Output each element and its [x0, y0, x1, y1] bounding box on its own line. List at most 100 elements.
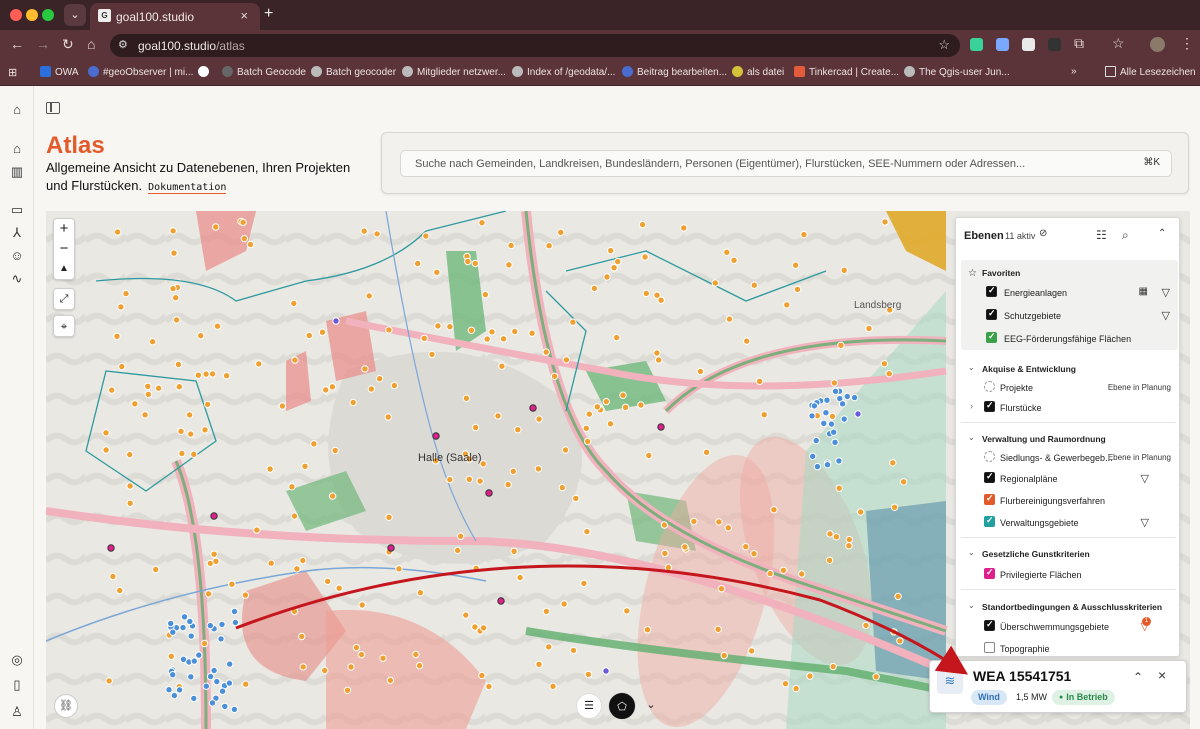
layer-search-icon[interactable]: ⌕	[1122, 228, 1129, 243]
energy-plant-marker[interactable]	[545, 643, 553, 651]
energy-plant-marker[interactable]	[343, 686, 352, 694]
tab-close-icon[interactable]: ×	[240, 8, 248, 23]
energy-plant-marker[interactable]	[545, 242, 553, 250]
energy-plant-marker[interactable]	[747, 647, 756, 655]
energy-plant-marker[interactable]	[373, 230, 381, 238]
layer-checkbox[interactable]	[986, 331, 997, 343]
energy-plant-marker[interactable]	[535, 660, 543, 668]
solar-plant-marker[interactable]	[840, 415, 848, 423]
energy-plant-marker[interactable]	[322, 386, 330, 394]
reading-list-icon[interactable]: ☆	[1112, 35, 1125, 52]
apps-grid-icon[interactable]: ⊞	[8, 66, 17, 79]
energy-plant-marker[interactable]	[560, 600, 568, 608]
bookmark-item[interactable]: #geoObserver | mi...	[88, 66, 193, 78]
energy-plant-marker[interactable]	[113, 228, 122, 236]
solar-plant-marker[interactable]	[206, 621, 215, 630]
solar-plant-marker[interactable]	[850, 393, 859, 402]
map-icon[interactable]: ▥	[9, 164, 25, 180]
layer-row-flurbereinigung[interactable]: Flurbereinigungsverfahren	[956, 493, 1179, 509]
energy-plant-marker[interactable]	[301, 462, 309, 471]
user-profile-icon[interactable]: ♙	[9, 704, 25, 720]
layer-row-ueberschwemmung[interactable]: Überschwemmungsgebiete ▽ 1	[956, 617, 1179, 635]
energy-plant-marker[interactable]	[584, 437, 592, 446]
energy-plant-marker[interactable]	[680, 224, 688, 232]
layer-row-eeg[interactable]: EEG-Förderungsfähige Flächen	[961, 331, 1178, 347]
energy-plant-marker[interactable]	[645, 451, 653, 460]
energy-plant-marker[interactable]	[299, 663, 307, 671]
energy-plant-marker[interactable]	[488, 328, 496, 336]
back-arrow-icon[interactable]: ←	[10, 36, 24, 52]
layer-checkbox[interactable]	[986, 285, 997, 297]
solar-plant-marker[interactable]	[218, 620, 226, 629]
hide-layers-icon[interactable]: ⊘	[1039, 228, 1047, 239]
layer-checkbox[interactable]	[984, 451, 995, 462]
layer-row-schutzgebiete[interactable]: Schutzgebiete ▽	[961, 308, 1178, 324]
energy-plant-marker[interactable]	[379, 654, 387, 662]
energy-plant-marker[interactable]	[602, 397, 610, 406]
solar-plant-marker[interactable]	[830, 428, 838, 436]
bookmark-item[interactable]: Tinkercad | Create...	[794, 66, 899, 78]
energy-plant-marker[interactable]	[638, 220, 647, 229]
energy-plant-marker[interactable]	[187, 430, 195, 438]
energy-plant-marker[interactable]	[467, 326, 476, 335]
energy-plant-marker[interactable]	[386, 676, 395, 685]
bookmark-item[interactable]: als datei	[732, 66, 784, 78]
layer-checkbox[interactable]	[984, 619, 995, 631]
section-standortbedingungen[interactable]: ⌄ Standortbedingungen & Ausschlusskriter…	[956, 599, 1179, 615]
energy-plant-marker[interactable]	[384, 413, 392, 421]
energy-plant-marker[interactable]	[542, 607, 551, 616]
energy-plant-marker[interactable]	[580, 579, 588, 588]
energy-plant-marker[interactable]	[725, 315, 734, 323]
solar-plant-marker[interactable]	[187, 632, 195, 640]
solar-plant-marker[interactable]	[167, 619, 175, 628]
energy-plant-marker[interactable]	[253, 526, 261, 534]
energy-plant-marker[interactable]	[590, 284, 599, 293]
docs-extension-icon[interactable]	[996, 38, 1009, 51]
solar-plant-marker[interactable]	[831, 387, 840, 396]
solar-plant-marker[interactable]	[810, 402, 819, 410]
layer-row-topographie[interactable]: Topographie	[956, 641, 1179, 656]
solar-plant-marker[interactable]	[213, 677, 221, 686]
energy-plant-marker[interactable]	[837, 341, 845, 350]
energy-plant-marker[interactable]	[612, 333, 621, 342]
profile-avatar[interactable]	[1150, 37, 1165, 52]
browser-tab[interactable]: G goal100.studio ×	[90, 3, 260, 30]
energy-plant-marker[interactable]	[865, 324, 873, 333]
layer-checkbox[interactable]	[986, 308, 997, 320]
energy-plant-marker[interactable]	[360, 227, 368, 235]
energy-plant-marker[interactable]	[298, 632, 306, 641]
energy-plant-marker[interactable]	[335, 584, 343, 592]
energy-plant-marker[interactable]	[534, 465, 543, 473]
activity-icon[interactable]: ∿	[9, 271, 25, 287]
energy-plant-marker[interactable]	[856, 508, 865, 516]
energy-plant-marker[interactable]	[657, 296, 665, 304]
energy-plant-marker[interactable]	[798, 570, 806, 578]
filter-icon[interactable]: ▽	[1141, 516, 1149, 529]
energy-plant-marker[interactable]	[170, 249, 178, 257]
solar-plant-marker[interactable]	[823, 396, 831, 404]
energy-plant-marker[interactable]	[228, 580, 236, 588]
energy-plant-marker[interactable]	[614, 257, 622, 266]
new-tab-button[interactable]: +	[264, 5, 273, 23]
energy-plant-marker[interactable]	[412, 650, 420, 659]
energy-plant-marker[interactable]	[714, 625, 722, 633]
solar-plant-marker[interactable]	[809, 452, 817, 461]
wind-turbine-logo-icon[interactable]: ⌂	[9, 102, 25, 118]
globe-icon[interactable]: ◎	[9, 652, 25, 668]
energy-plant-marker[interactable]	[105, 677, 113, 685]
energy-plant-marker[interactable]	[246, 240, 255, 249]
energy-plant-marker[interactable]	[664, 563, 673, 572]
energy-plant-marker[interactable]	[464, 257, 472, 266]
layer-checkbox[interactable]	[984, 493, 995, 505]
zoom-out-button[interactable]: −	[54, 239, 74, 259]
energy-plant-marker[interactable]	[655, 356, 663, 364]
energy-plant-marker[interactable]	[357, 650, 366, 659]
solar-plant-marker[interactable]	[180, 613, 189, 621]
bookmarks-overflow-icon[interactable]: »	[1071, 66, 1077, 77]
energy-plant-marker[interactable]	[446, 323, 454, 331]
energy-plant-marker[interactable]	[212, 557, 220, 565]
energy-plant-marker[interactable]	[702, 448, 711, 457]
solar-plant-marker[interactable]	[179, 655, 188, 663]
layer-row-siedlung[interactable]: Siedlungs- & Gewerbegeb... Ebene in Plan…	[956, 450, 1179, 466]
browser-menu-icon[interactable]: ⋮	[1180, 35, 1194, 52]
